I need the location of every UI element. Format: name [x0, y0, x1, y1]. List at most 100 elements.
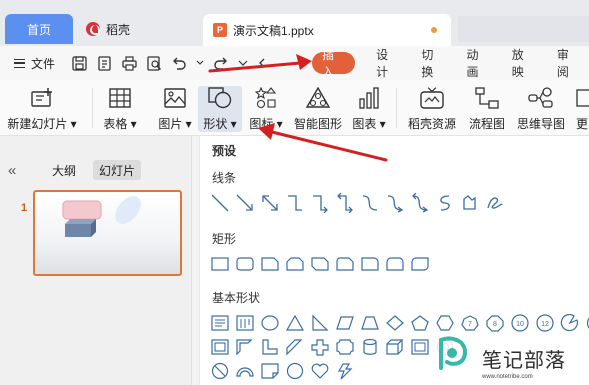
- export-pdf-icon[interactable]: [96, 55, 112, 71]
- elbow-connector-shape-icon[interactable]: [284, 192, 306, 214]
- tab-review[interactable]: 审阅: [548, 48, 589, 79]
- cross-shape-icon[interactable]: [309, 336, 331, 358]
- chart-button[interactable]: 图表 ▾: [350, 86, 388, 132]
- tab-slideshow[interactable]: 放映: [503, 48, 544, 79]
- tab-outline[interactable]: 大纲: [46, 160, 82, 180]
- menu-bar: 文件 插入 设计 切换 动画 放映 审阅: [0, 46, 589, 80]
- arrow-line-shape-icon[interactable]: [234, 192, 256, 214]
- flowchart-icon: [474, 86, 500, 110]
- cube-shape-icon[interactable]: [384, 336, 406, 358]
- tab-document[interactable]: P 演示文稿1.pptx: [203, 14, 451, 46]
- elbow-arrow-connector-shape-icon[interactable]: [309, 192, 331, 214]
- half-frame-shape-icon[interactable]: [234, 336, 256, 358]
- double-arrow-line-shape-icon[interactable]: [259, 192, 281, 214]
- tab-insert[interactable]: 插入: [312, 48, 356, 79]
- tab-design[interactable]: 设计: [367, 48, 408, 79]
- tab-transition[interactable]: 切换: [412, 48, 453, 79]
- tab-blurred[interactable]: [458, 16, 589, 42]
- daoke-resources-label: 稻壳资源: [407, 117, 456, 131]
- curved-connector-shape-icon[interactable]: [359, 192, 381, 214]
- snip-diagonal-rectangle-shape-icon[interactable]: [309, 253, 331, 275]
- lines-section-title: 线条: [212, 171, 237, 185]
- ribbon-tab-list: 插入 设计 切换 动画 放映 审阅: [312, 48, 589, 79]
- line-shape-icon[interactable]: [209, 192, 231, 214]
- daoke-resources-button[interactable]: 稻壳资源: [404, 86, 460, 132]
- diamond-shape-icon[interactable]: [384, 312, 406, 334]
- ribbon-divider: [396, 88, 397, 128]
- tab-daoke[interactable]: 稻壳: [78, 14, 196, 44]
- picture-button[interactable]: 图片 ▾: [155, 86, 195, 132]
- file-menu-button[interactable]: 文件: [14, 55, 55, 72]
- customize-dropdown-icon[interactable]: [238, 55, 248, 71]
- mindmap-button[interactable]: 思维导图: [515, 86, 567, 132]
- table-button[interactable]: 表格 ▾: [100, 86, 140, 132]
- smart-graphic-button[interactable]: 智能图形: [292, 86, 344, 132]
- mindmap-label: 思维导图: [516, 117, 565, 131]
- tab-home[interactable]: 首页: [5, 14, 73, 44]
- rounded-rectangle-shape-icon[interactable]: [234, 253, 256, 275]
- can-shape-icon[interactable]: [359, 336, 381, 358]
- freeform-shape-icon[interactable]: [459, 192, 481, 214]
- basic-shapes-section-title: 基本形状: [212, 291, 261, 305]
- triangle-shape-icon[interactable]: [284, 312, 306, 334]
- smart-graphic-icon: [305, 86, 331, 110]
- l-shape-icon[interactable]: [259, 336, 281, 358]
- elbow-double-arrow-connector-shape-icon[interactable]: [334, 192, 356, 214]
- rectangle-shape-icon[interactable]: [209, 253, 231, 275]
- slide-thumbnail-art: [62, 196, 141, 237]
- collapse-panel-icon[interactable]: «: [8, 162, 16, 179]
- lightning-bolt-shape-icon[interactable]: [334, 360, 356, 382]
- undo-icon[interactable]: [171, 55, 187, 71]
- heart-shape-icon[interactable]: [309, 360, 331, 382]
- no-symbol-shape-icon[interactable]: [209, 360, 231, 382]
- flowchart-label: 流程图: [468, 117, 505, 131]
- curved-arrow-connector-shape-icon[interactable]: [384, 192, 406, 214]
- tab-slides[interactable]: 幻灯片: [93, 160, 142, 180]
- file-menu-label: 文件: [31, 56, 56, 71]
- curved-double-arrow-connector-shape-icon[interactable]: [409, 192, 431, 214]
- new-slide-icon: [29, 86, 55, 110]
- picture-label: 图片 ▾: [158, 117, 192, 131]
- shapes-label: 形状 ▾: [203, 117, 237, 131]
- shapes-button[interactable]: 形状 ▾: [198, 86, 242, 132]
- folded-corner-shape-icon[interactable]: [259, 360, 281, 382]
- diagonal-stripe-shape-icon[interactable]: [284, 336, 306, 358]
- round-diagonal-rectangle-shape-icon[interactable]: [409, 253, 431, 275]
- slide-thumbnail[interactable]: [33, 190, 182, 276]
- tab-daoke-label: 稻壳: [106, 22, 131, 37]
- rectangle-section-title: 矩形: [212, 232, 237, 246]
- new-slide-button[interactable]: 新建幻灯片 ▾: [7, 86, 77, 132]
- scroll-left-icon[interactable]: [257, 55, 267, 71]
- icons-button[interactable]: 图标 ▾: [246, 86, 286, 132]
- print-icon[interactable]: [121, 55, 137, 71]
- trapezoid-shape-icon[interactable]: [359, 312, 381, 334]
- oval-shape-icon[interactable]: [259, 312, 281, 334]
- block-arc-shape-icon[interactable]: [234, 360, 256, 382]
- curve-shape-icon[interactable]: [434, 192, 456, 214]
- flowchart-button[interactable]: 流程图: [466, 86, 508, 132]
- plaque-shape-icon[interactable]: [334, 336, 356, 358]
- undo-dropdown-icon[interactable]: [196, 55, 204, 71]
- daoke-logo-icon: [86, 22, 100, 36]
- ribbon-divider: [92, 88, 93, 128]
- frame-shape-icon[interactable]: [209, 336, 231, 358]
- scribble-shape-icon[interactable]: [484, 192, 506, 214]
- smiley-face-shape-icon[interactable]: [284, 360, 306, 382]
- title-tab-bar: 首页 稻壳 P 演示文稿1.pptx: [0, 0, 589, 46]
- snip-single-corner-rectangle-shape-icon[interactable]: [259, 253, 281, 275]
- snip-same-side-rectangle-shape-icon[interactable]: [284, 253, 306, 275]
- snip-round-rectangle-shape-icon[interactable]: [334, 253, 356, 275]
- save-icon[interactable]: [71, 55, 87, 71]
- more-button[interactable]: 更: [575, 86, 589, 132]
- print-preview-icon[interactable]: [146, 55, 162, 71]
- right-triangle-shape-icon[interactable]: [309, 312, 331, 334]
- redo-icon[interactable]: [213, 55, 229, 71]
- round-same-side-rectangle-shape-icon[interactable]: [384, 253, 406, 275]
- daoke-resources-icon: [419, 86, 445, 110]
- vertical-text-box-shape-icon[interactable]: [234, 312, 256, 334]
- text-box-shape-icon[interactable]: [209, 312, 231, 334]
- round-single-corner-rectangle-shape-icon[interactable]: [359, 253, 381, 275]
- tab-animation[interactable]: 动画: [458, 48, 499, 79]
- parallelogram-shape-icon[interactable]: [334, 312, 356, 334]
- unsaved-indicator-icon: [431, 27, 437, 33]
